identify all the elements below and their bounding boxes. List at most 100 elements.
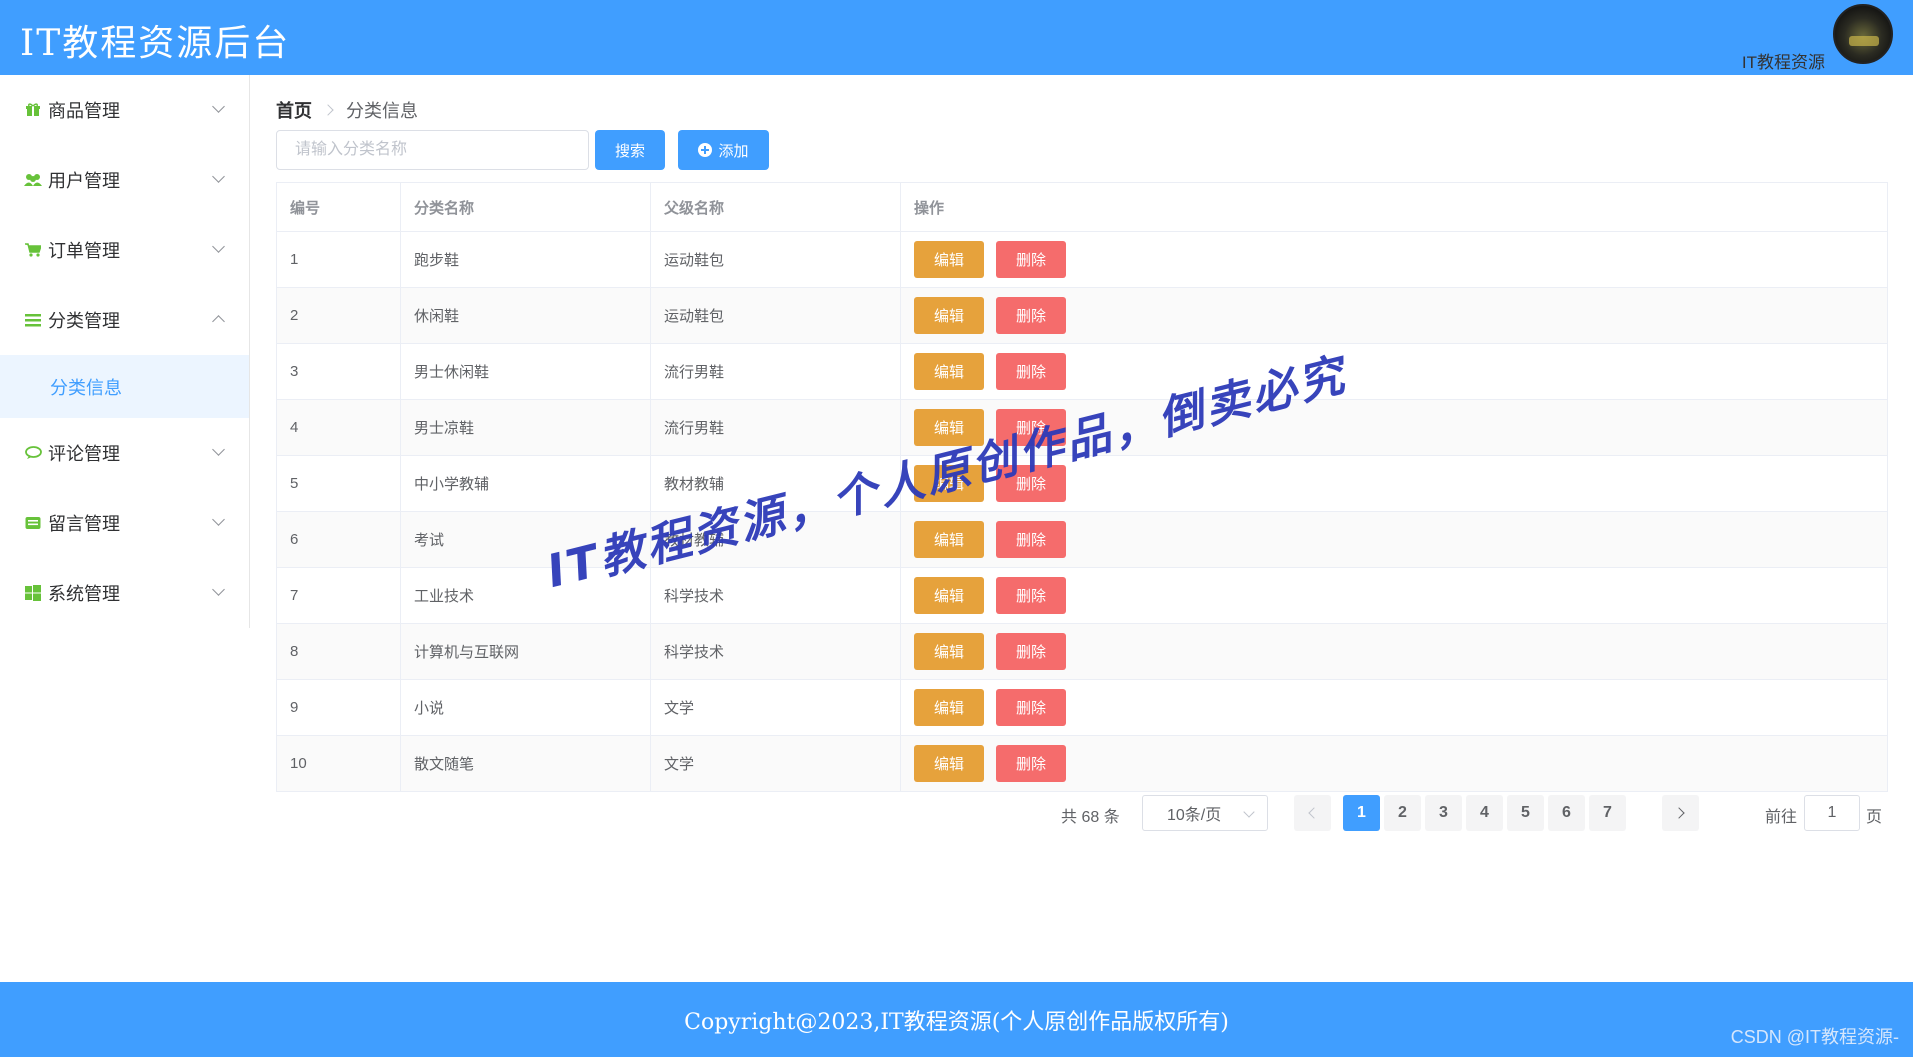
prev-page-button[interactable] bbox=[1294, 795, 1331, 831]
chevron-right-icon bbox=[1673, 807, 1685, 819]
add-button[interactable]: 添加 bbox=[678, 130, 769, 170]
table-row: 8 计算机与互联网 科学技术 编辑 删除 bbox=[277, 624, 1887, 680]
cell-parent: 教材教辅 bbox=[651, 456, 901, 511]
column-header-name: 分类名称 bbox=[401, 183, 651, 231]
cart-icon bbox=[24, 241, 42, 259]
edit-button[interactable]: 编辑 bbox=[914, 633, 984, 670]
app-title: IT教程资源后台 bbox=[20, 23, 291, 64]
edit-button[interactable]: 编辑 bbox=[914, 745, 984, 782]
sidebar-item-comments[interactable]: 评论管理 bbox=[0, 418, 249, 488]
delete-button[interactable]: 删除 bbox=[996, 353, 1066, 390]
cell-name: 散文随笔 bbox=[401, 736, 651, 791]
table-row: 3 男士休闲鞋 流行男鞋 编辑 删除 bbox=[277, 344, 1887, 400]
footer: Copyright@2023,IT教程资源(个人原创作品版权所有) CSDN @… bbox=[0, 982, 1913, 1057]
cell-actions: 编辑 删除 bbox=[901, 568, 1887, 623]
sidebar-item-label: 系统管理 bbox=[48, 584, 120, 604]
edit-button[interactable]: 编辑 bbox=[914, 521, 984, 558]
page-suffix-label: 页 bbox=[1866, 809, 1883, 826]
cell-id: 9 bbox=[277, 680, 401, 735]
chevron-right-icon bbox=[322, 104, 334, 116]
cell-name: 考试 bbox=[401, 512, 651, 567]
chevron-left-icon bbox=[1308, 807, 1320, 819]
table-row: 4 男士凉鞋 流行男鞋 编辑 删除 bbox=[277, 400, 1887, 456]
cell-actions: 编辑 删除 bbox=[901, 400, 1887, 455]
sidebar-item-label: 评论管理 bbox=[48, 444, 120, 464]
page-number-button[interactable]: 7 bbox=[1589, 795, 1626, 831]
sidebar-item-users[interactable]: 用户管理 bbox=[0, 145, 249, 215]
sidebar-subitem-category-info[interactable]: 分类信息 bbox=[0, 355, 249, 418]
sidebar-item-label: 用户管理 bbox=[48, 171, 120, 191]
cell-name: 休闲鞋 bbox=[401, 288, 651, 343]
page-number-button[interactable]: 1 bbox=[1343, 795, 1380, 831]
page-number-button[interactable]: 6 bbox=[1548, 795, 1585, 831]
cell-parent: 流行男鞋 bbox=[651, 400, 901, 455]
delete-button[interactable]: 删除 bbox=[996, 465, 1066, 502]
cell-id: 10 bbox=[277, 736, 401, 791]
cell-parent: 流行男鞋 bbox=[651, 344, 901, 399]
edit-button[interactable]: 编辑 bbox=[914, 465, 984, 502]
table-row: 7 工业技术 科学技术 编辑 删除 bbox=[277, 568, 1887, 624]
delete-button[interactable]: 删除 bbox=[996, 409, 1066, 446]
sidebar-item-label: 分类管理 bbox=[48, 311, 120, 331]
delete-button[interactable]: 删除 bbox=[996, 241, 1066, 278]
breadcrumb-current: 分类信息 bbox=[346, 101, 418, 121]
cell-name: 男士凉鞋 bbox=[401, 400, 651, 455]
sidebar-item-system[interactable]: 系统管理 bbox=[0, 558, 249, 628]
edit-button[interactable]: 编辑 bbox=[914, 297, 984, 334]
search-input[interactable] bbox=[276, 130, 589, 170]
edit-button[interactable]: 编辑 bbox=[914, 409, 984, 446]
column-header-actions: 操作 bbox=[914, 199, 945, 217]
goto-label: 前往 bbox=[1765, 809, 1798, 826]
pagination: 共 68 条 10条/页 1234567 前往 页 bbox=[276, 795, 1888, 831]
message-icon bbox=[24, 514, 42, 532]
cell-actions: 编辑 删除 bbox=[901, 288, 1887, 343]
table-row: 5 中小学教辅 教材教辅 编辑 删除 bbox=[277, 456, 1887, 512]
page-number-button[interactable]: 2 bbox=[1384, 795, 1421, 831]
delete-button[interactable]: 删除 bbox=[996, 521, 1066, 558]
delete-button[interactable]: 删除 bbox=[996, 689, 1066, 726]
sidebar-item-products[interactable]: 商品管理 bbox=[0, 75, 249, 145]
category-table: 编号 分类名称 父级名称 操作 1 跑步鞋 运动鞋包 编辑 删除 2 休闲鞋 运动鞋包 编辑 删除… bbox=[276, 182, 1888, 792]
table-row: 1 跑步鞋 运动鞋包 编辑 删除 bbox=[277, 232, 1887, 288]
table-row: 9 小说 文学 编辑 删除 bbox=[277, 680, 1887, 736]
sidebar-item-categories[interactable]: 分类管理 bbox=[0, 285, 249, 355]
goto-page-input[interactable] bbox=[1804, 795, 1860, 831]
search-button[interactable]: 搜索 bbox=[595, 130, 665, 170]
page-number-button[interactable]: 4 bbox=[1466, 795, 1503, 831]
chevron-down-icon bbox=[212, 100, 225, 113]
next-page-button[interactable] bbox=[1662, 795, 1699, 831]
table-row: 10 散文随笔 文学 编辑 删除 bbox=[277, 736, 1887, 792]
user-name[interactable]: IT教程资源 bbox=[1742, 48, 1825, 73]
delete-button[interactable]: 删除 bbox=[996, 745, 1066, 782]
list-icon bbox=[24, 311, 42, 329]
cell-id: 1 bbox=[277, 232, 401, 287]
chevron-up-icon bbox=[212, 315, 225, 328]
delete-button[interactable]: 删除 bbox=[996, 633, 1066, 670]
delete-button[interactable]: 删除 bbox=[996, 297, 1066, 334]
sidebar-item-messages[interactable]: 留言管理 bbox=[0, 488, 249, 558]
cell-parent: 科学技术 bbox=[651, 568, 901, 623]
gift-icon bbox=[24, 101, 42, 119]
sidebar-menu: 商品管理 用户管理 订单管理 分类管理 分类信息 评论管理 留言管理 系统管理 bbox=[0, 75, 250, 628]
edit-button[interactable]: 编辑 bbox=[914, 241, 984, 278]
edit-button[interactable]: 编辑 bbox=[914, 353, 984, 390]
edit-button[interactable]: 编辑 bbox=[914, 689, 984, 726]
cell-parent: 运动鞋包 bbox=[651, 288, 901, 343]
chevron-down-icon bbox=[212, 513, 225, 526]
cell-name: 跑步鞋 bbox=[401, 232, 651, 287]
cell-id: 3 bbox=[277, 344, 401, 399]
users-icon bbox=[24, 171, 42, 189]
breadcrumb-home[interactable]: 首页 bbox=[276, 97, 312, 123]
top-header: IT教程资源后台 IT教程资源 bbox=[0, 0, 1913, 75]
page-number-button[interactable]: 3 bbox=[1425, 795, 1462, 831]
page-size-select[interactable]: 10条/页 bbox=[1142, 795, 1268, 831]
cell-id: 7 bbox=[277, 568, 401, 623]
avatar[interactable] bbox=[1833, 4, 1893, 64]
cell-actions: 编辑 删除 bbox=[901, 232, 1887, 287]
page-number-button[interactable]: 5 bbox=[1507, 795, 1544, 831]
table-row: 6 考试 教材教辅 编辑 删除 bbox=[277, 512, 1887, 568]
cell-name: 计算机与互联网 bbox=[401, 624, 651, 679]
edit-button[interactable]: 编辑 bbox=[914, 577, 984, 614]
sidebar-item-orders[interactable]: 订单管理 bbox=[0, 215, 249, 285]
delete-button[interactable]: 删除 bbox=[996, 577, 1066, 614]
